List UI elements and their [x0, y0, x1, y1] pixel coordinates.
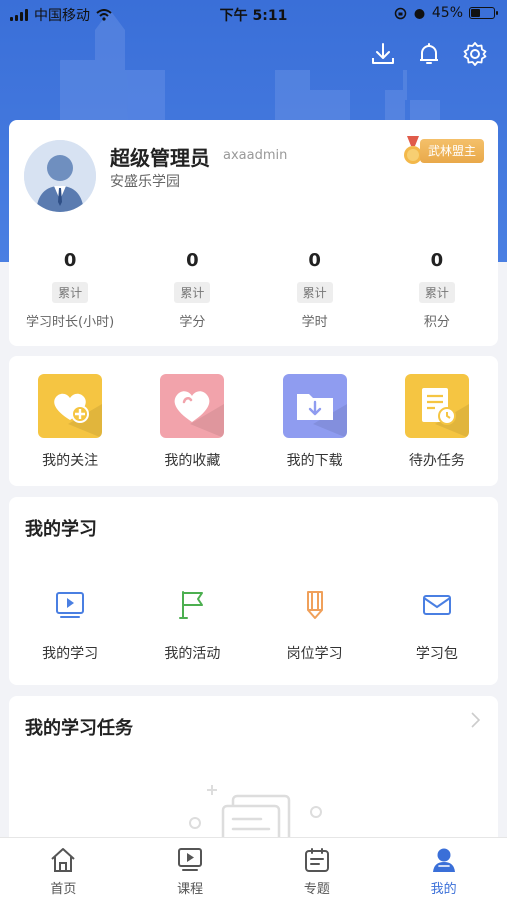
stat-tag: 累计 [296, 282, 333, 303]
study-item-label: 学习包 [415, 646, 458, 662]
bell-icon [420, 43, 438, 64]
section-title: 我的学习 [25, 519, 97, 540]
battery-icon [469, 7, 498, 19]
tasks-more-button[interactable] [468, 710, 482, 734]
quick-link-follow[interactable]: 我的关注 [9, 374, 131, 470]
user-account: axaadmin [223, 148, 288, 163]
tab-label: 首页 [50, 882, 77, 897]
download-icon [372, 43, 394, 64]
quick-link-todo[interactable]: 待办任务 [376, 374, 498, 470]
bottom-tab-bar: 首页 课程 专题 我的 [0, 837, 507, 900]
heart-icon [175, 391, 225, 438]
tab-label: 专题 [303, 882, 330, 897]
stat-label: 积分 [423, 315, 450, 330]
flag-icon [179, 591, 204, 619]
topic-icon [304, 848, 329, 872]
tab-home[interactable]: 首页 [0, 838, 127, 900]
stats-row: 0 累计 学习时长(小时) 0 累计 学分 0 累计 学时 0 累计 积分 [9, 250, 498, 330]
stat-label: 学习时长(小时) [26, 315, 115, 330]
stat-label: 学时 [301, 315, 328, 330]
lock-rotation-icon [394, 7, 407, 19]
study-item-label: 我的活动 [164, 646, 221, 662]
user-icon [432, 848, 455, 872]
notification-button[interactable] [415, 40, 443, 68]
stat-tag: 累计 [418, 282, 455, 303]
quick-links-card: 我的关注 我的收藏 我的下载 待办任务 [9, 356, 498, 486]
battery-percent: 45% [431, 5, 463, 21]
chevron-right-icon [471, 712, 481, 728]
play-icon [178, 848, 203, 871]
tab-courses[interactable]: 课程 [127, 838, 254, 900]
tab-label: 课程 [177, 882, 204, 897]
tab-label: 我的 [430, 882, 457, 897]
quick-link-label: 我的关注 [42, 453, 99, 469]
tab-topics[interactable]: 专题 [254, 838, 381, 900]
my-study-card: 我的学习 我的学习 我的活动 岗位学习 学习包 [9, 497, 498, 685]
user-name: 超级管理员 [110, 146, 210, 170]
study-item-position-study[interactable]: 岗位学习 [254, 585, 376, 663]
profile-card: 超级管理员 axaadmin 安盛乐学园 武林盟主 0 累计 学习时长(小时) … [9, 120, 498, 346]
study-item-label: 我的学习 [42, 646, 99, 662]
study-item-my-activity[interactable]: 我的活动 [131, 585, 253, 663]
stat-class-hours[interactable]: 0 累计 学时 [254, 250, 376, 330]
status-bar: 中国移动 下午 5:11 45% [0, 0, 507, 28]
user-avatar-icon [24, 140, 96, 212]
heart-plus-icon [54, 393, 103, 438]
home-icon [51, 848, 76, 872]
quick-link-label: 我的下载 [286, 453, 343, 469]
download-folder-icon [296, 394, 347, 438]
study-item-my-study[interactable]: 我的学习 [9, 585, 131, 663]
alarm-icon [414, 8, 425, 19]
my-tasks-card: 我的学习任务 [9, 696, 498, 851]
avatar[interactable] [24, 140, 96, 212]
stat-tag: 累计 [174, 282, 211, 303]
study-item-label: 岗位学习 [286, 646, 343, 662]
stat-value: 0 [186, 250, 199, 271]
download-button[interactable] [369, 40, 397, 68]
medal-title: 武林盟主 [419, 139, 484, 163]
stat-value: 0 [308, 250, 321, 271]
stat-value: 0 [430, 250, 444, 271]
tab-mine[interactable]: 我的 [380, 838, 507, 900]
todo-list-icon [421, 388, 469, 438]
stat-tag: 累计 [52, 282, 89, 303]
pencil-icon [306, 591, 323, 619]
envelope-icon [422, 595, 451, 615]
medal-badge-group[interactable]: 武林盟主 [402, 136, 484, 166]
stat-study-hours[interactable]: 0 累计 学习时长(小时) [9, 250, 131, 330]
stat-credits[interactable]: 0 累计 学分 [131, 250, 253, 330]
settings-button[interactable] [461, 40, 489, 68]
gear-icon [463, 42, 487, 66]
stat-value: 0 [63, 250, 77, 271]
play-screen-icon [56, 592, 85, 618]
study-item-study-pack[interactable]: 学习包 [376, 585, 498, 663]
stat-points[interactable]: 0 累计 积分 [376, 250, 498, 330]
user-organization: 安盛乐学园 [110, 174, 180, 190]
stat-label: 学分 [179, 315, 206, 330]
quick-link-downloads[interactable]: 我的下载 [254, 374, 376, 470]
quick-link-label: 待办任务 [408, 453, 465, 469]
section-title: 我的学习任务 [25, 718, 133, 739]
quick-link-label: 我的收藏 [164, 453, 221, 469]
quick-link-favorites[interactable]: 我的收藏 [131, 374, 253, 470]
